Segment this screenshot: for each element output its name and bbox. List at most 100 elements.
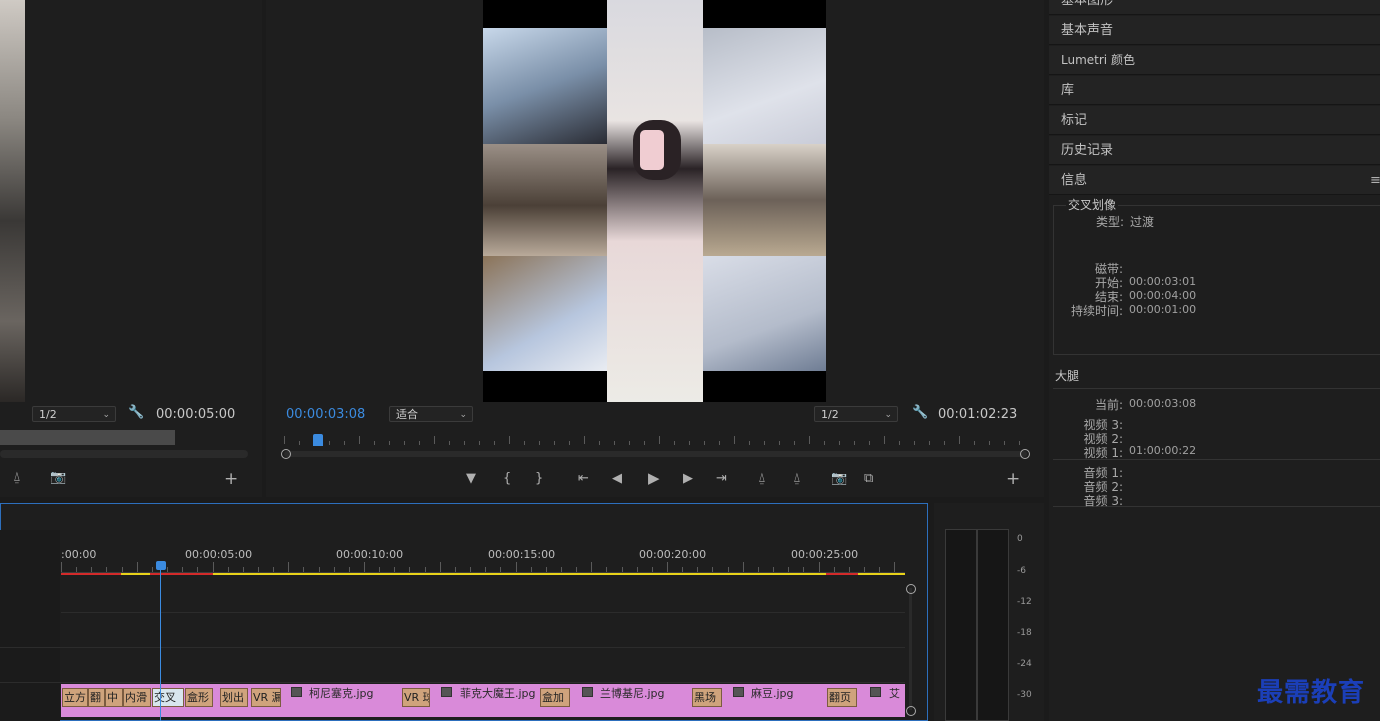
scrub-end-handle[interactable] — [1020, 449, 1030, 459]
panel-markers[interactable]: 标记 — [1049, 106, 1380, 135]
add-button-icon[interactable]: + — [224, 471, 238, 488]
step-back-icon[interactable]: ◀ — [612, 472, 622, 486]
ruler-tick — [424, 567, 426, 572]
ruler-tick — [545, 567, 547, 572]
add-marker-icon[interactable]: ▼ — [466, 472, 476, 486]
fx-badge-icon — [291, 687, 302, 697]
program-mini-ruler[interactable] — [280, 434, 1030, 448]
panel-libraries[interactable]: 库 — [1049, 76, 1380, 105]
transition-clip[interactable]: 立方 — [62, 688, 88, 707]
source-zoom-select[interactable]: 1/2 ⌄ — [32, 406, 116, 422]
info-type-label: 类型: — [1095, 215, 1124, 229]
seq-audio3-label: 音频 3: — [1083, 494, 1124, 508]
ruler-tick — [106, 567, 108, 572]
export-frame-icon[interactable]: ⍙ — [13, 471, 21, 485]
extract-icon[interactable]: ⍙ — [793, 472, 801, 486]
ruler-tick — [61, 562, 62, 572]
transition-clip[interactable]: 盒形 — [185, 688, 213, 707]
program-fit-select[interactable]: 适合 ⌄ — [389, 406, 473, 422]
transition-clip[interactable]: 翻页 — [827, 688, 857, 707]
source-monitor-frame — [0, 0, 25, 402]
transition-clip[interactable]: 盒加 — [540, 688, 570, 707]
transition-clip[interactable]: 黑场 — [692, 688, 722, 707]
timeline-playhead[interactable] — [156, 561, 166, 570]
ruler-tick — [409, 567, 411, 572]
ruler-tick — [689, 441, 690, 445]
clip-label: 菲克大魔王.jpg — [460, 687, 536, 700]
program-playhead[interactable] — [313, 434, 323, 446]
program-scrub-track[interactable] — [284, 451, 1027, 457]
ruler-tick — [470, 567, 472, 572]
info-start-value: 00:00:03:01 — [1129, 275, 1197, 288]
panel-essential-graphics[interactable]: 基本图形 — [1049, 0, 1380, 15]
timeline-ruler[interactable] — [61, 562, 905, 573]
ruler-tick — [374, 441, 375, 445]
panel-lumetri-color[interactable]: Lumetri 颜色 — [1049, 46, 1380, 75]
track-header-column — [0, 530, 60, 721]
track-lane — [0, 682, 905, 683]
transition-clip-selected[interactable]: 交叉 — [152, 688, 184, 707]
transition-clip[interactable]: 内滑 — [123, 688, 151, 707]
transition-clip[interactable]: 翻 — [88, 688, 105, 707]
source-scrub-bar[interactable] — [0, 430, 175, 445]
transition-clip[interactable]: 中 — [105, 688, 123, 707]
panel-essential-sound[interactable]: 基本声音 — [1049, 16, 1380, 45]
chevron-down-icon: ⌄ — [102, 410, 110, 420]
ruler-tick — [500, 567, 502, 572]
ruler-tick — [494, 441, 495, 445]
camera-icon[interactable]: 📷 — [50, 471, 66, 485]
camera-icon[interactable]: 📷 — [831, 472, 847, 486]
ruler-tick — [659, 436, 660, 444]
fx-badge-icon — [733, 687, 744, 697]
ruler-tick — [833, 567, 835, 572]
mark-in-icon[interactable]: { — [503, 472, 511, 486]
go-to-in-icon[interactable]: ⇤ — [578, 472, 589, 486]
play-icon[interactable]: ▶ — [648, 471, 660, 486]
program-video-frame — [483, 0, 826, 402]
ruler-tick — [167, 567, 169, 572]
ruler-tick — [719, 441, 720, 445]
track-lane — [61, 612, 905, 613]
wrench-icon[interactable]: 🔧 — [912, 406, 928, 420]
source-scrub-track[interactable] — [0, 450, 248, 458]
fit-value: 适合 — [396, 408, 418, 421]
program-timecode[interactable]: 00:00:03:08 — [286, 407, 365, 422]
go-to-out-icon[interactable]: ⇥ — [716, 472, 727, 486]
panel-menu-icon[interactable]: ≡ — [1370, 174, 1380, 188]
meter-scale-0: 0 — [1017, 534, 1023, 544]
panel-info-tab[interactable]: 信息 — [1049, 166, 1380, 195]
chevron-down-icon: ⌄ — [884, 410, 892, 420]
scroll-top-handle[interactable] — [906, 584, 916, 594]
panel-history[interactable]: 历史记录 — [1049, 136, 1380, 165]
ruler-tick — [121, 567, 123, 572]
ruler-tick — [439, 562, 441, 572]
transition-clip[interactable]: VR 球 — [402, 688, 430, 707]
ruler-tick — [394, 567, 396, 572]
audio-meter-left — [945, 529, 977, 721]
compare-view-icon[interactable]: ⧉ — [864, 472, 873, 486]
lift-icon[interactable]: ⍙ — [758, 472, 766, 486]
step-forward-icon[interactable]: ▶ — [683, 472, 693, 486]
scroll-bottom-handle[interactable] — [906, 706, 916, 716]
ruler-tick — [894, 562, 896, 572]
wrench-icon[interactable]: 🔧 — [128, 406, 144, 420]
transition-clip[interactable]: VR 漏 — [251, 688, 281, 707]
ruler-tick — [712, 567, 714, 572]
program-zoom-value: 1/2 — [821, 408, 839, 421]
ruler-tick — [182, 567, 184, 572]
ruler-tick — [1004, 441, 1005, 445]
timeline-scrollbar[interactable] — [909, 588, 912, 710]
ruler-tick — [974, 441, 975, 445]
scrub-start-handle[interactable] — [281, 449, 291, 459]
ruler-tick — [794, 441, 795, 445]
ruler-tick — [742, 562, 744, 572]
clip-label: 兰博基尼.jpg — [600, 687, 665, 700]
meter-scale-24: -24 — [1017, 659, 1032, 669]
add-button-icon[interactable]: + — [1006, 471, 1020, 488]
transition-clip[interactable]: 划出 — [220, 688, 248, 707]
program-zoom-select[interactable]: 1/2 ⌄ — [814, 406, 898, 422]
ruler-tick — [389, 441, 390, 445]
mark-out-icon[interactable]: } — [535, 472, 543, 486]
ruler-label-10: 00:00:10:00 — [336, 548, 404, 561]
ruler-tick — [539, 441, 540, 445]
